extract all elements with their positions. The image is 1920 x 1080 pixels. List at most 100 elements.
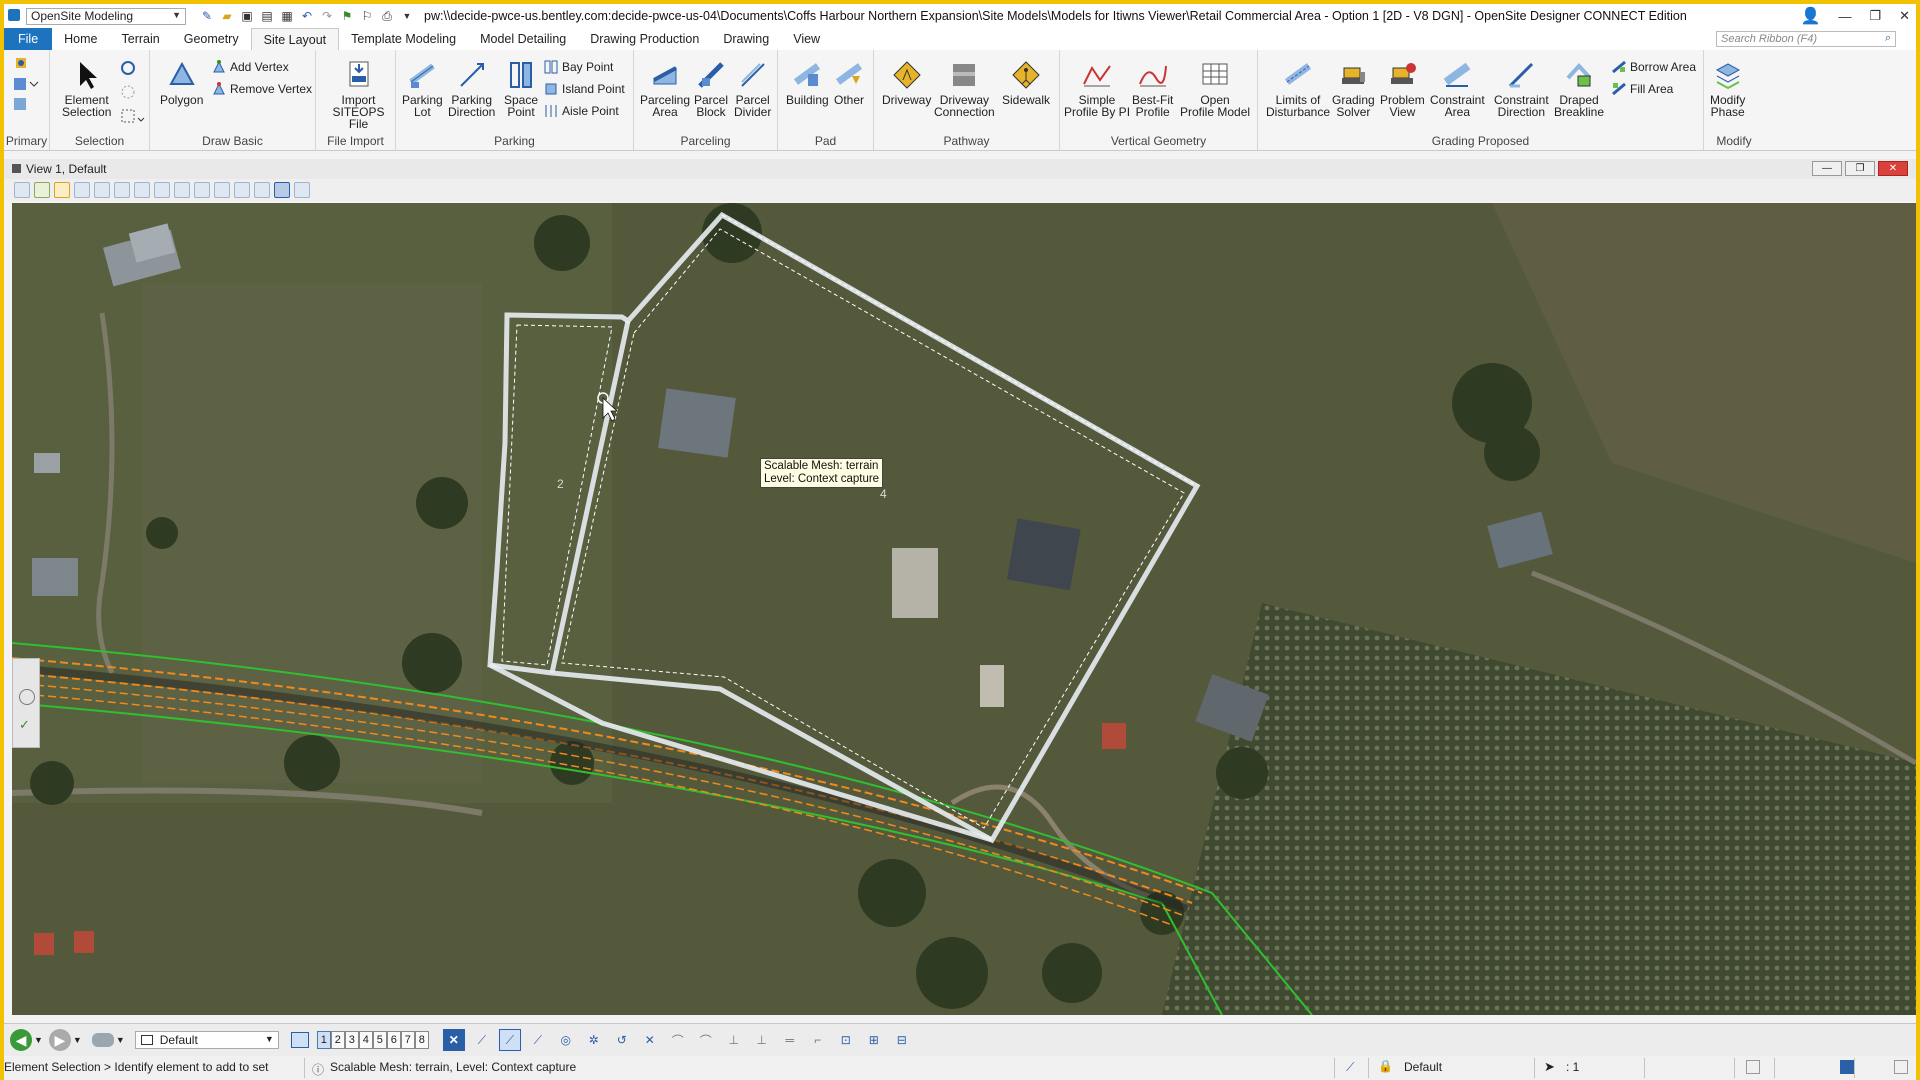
- view-button-2[interactable]: 2: [330, 1031, 345, 1049]
- workspace-select[interactable]: OpenSite Modeling ▼: [26, 7, 186, 25]
- view-button-4[interactable]: 4: [358, 1031, 373, 1049]
- user-status-icon[interactable]: [1840, 1060, 1854, 1074]
- pan-view-icon[interactable]: [194, 182, 210, 198]
- close-icon[interactable]: ✕: [1899, 8, 1910, 24]
- accudraw-icon[interactable]: [19, 689, 35, 705]
- tangent-snap-icon[interactable]: ↺: [611, 1029, 633, 1051]
- view-viewport[interactable]: 2 4 ✓: [12, 203, 1916, 1015]
- copy-view-icon[interactable]: [254, 182, 270, 198]
- forward-icon[interactable]: ▶: [48, 1029, 71, 1051]
- selection-icon[interactable]: ⚐: [360, 9, 374, 23]
- perpendicular-snap-icon[interactable]: ⊥: [723, 1029, 745, 1051]
- view-button-5[interactable]: 5: [372, 1031, 387, 1049]
- tab-terrain[interactable]: Terrain: [110, 28, 172, 50]
- center-snap-icon[interactable]: ◎: [555, 1029, 577, 1051]
- zoom-extents-icon[interactable]: ⊟: [891, 1029, 913, 1051]
- view-next-icon[interactable]: [234, 182, 250, 198]
- driveway-button[interactable]: Driveway: [882, 60, 931, 106]
- aisle-point-button[interactable]: Aisle Point: [544, 104, 619, 118]
- view-button-6[interactable]: 6: [386, 1031, 401, 1049]
- toggle-3d-icon[interactable]: [294, 182, 310, 198]
- nearest-snap-icon[interactable]: ⟋: [498, 1029, 521, 1051]
- view-button-8[interactable]: 8: [414, 1031, 429, 1049]
- bestfit-profile-button[interactable]: Best-Fit Profile: [1132, 60, 1173, 118]
- zoom-in-icon[interactable]: [94, 182, 110, 198]
- other-pad-button[interactable]: Other: [834, 60, 864, 106]
- open-folder-icon[interactable]: ▰: [220, 9, 234, 23]
- check-icon[interactable]: ✓: [19, 717, 33, 733]
- tab-home[interactable]: Home: [52, 28, 109, 50]
- building-button[interactable]: Building: [786, 60, 829, 106]
- view-previous-icon[interactable]: [214, 182, 230, 198]
- tab-template-modeling[interactable]: Template Modeling: [339, 28, 468, 50]
- view-minimize-icon[interactable]: —: [1812, 161, 1842, 176]
- view-button-1[interactable]: 1: [316, 1031, 331, 1049]
- user-icon[interactable]: 👤: [1801, 6, 1821, 26]
- arc-snap-2-icon[interactable]: ⌒: [695, 1029, 717, 1051]
- polygon-button[interactable]: Polygon: [160, 60, 203, 106]
- constraint-area-button[interactable]: Constraint Area: [1430, 60, 1485, 118]
- compress-icon[interactable]: ▦: [280, 9, 294, 23]
- simple-profile-button[interactable]: Simple Profile By PI: [1064, 60, 1130, 118]
- view-button-7[interactable]: 7: [400, 1031, 415, 1049]
- view-attributes-icon[interactable]: [14, 182, 30, 198]
- add-vertex-button[interactable]: Add Vertex: [212, 60, 289, 74]
- tab-geometry[interactable]: Geometry: [172, 28, 251, 50]
- views-icon[interactable]: [290, 1032, 309, 1048]
- fit-all-icon[interactable]: ⊡: [835, 1029, 857, 1051]
- constraint-direction-button[interactable]: Constraint Direction: [1494, 60, 1549, 118]
- tab-view[interactable]: View: [781, 28, 832, 50]
- perpendicular-snap-2-icon[interactable]: ⊥: [751, 1029, 773, 1051]
- snap-off-icon[interactable]: ✕: [442, 1029, 465, 1051]
- undo-icon[interactable]: ↶: [300, 9, 314, 23]
- limits-disturbance-button[interactable]: Limits of Disturbance: [1266, 60, 1330, 118]
- bay-point-button[interactable]: Bay Point: [544, 60, 613, 74]
- display-style-icon[interactable]: [34, 182, 50, 198]
- aerial-map[interactable]: 2 4: [12, 203, 1916, 1015]
- snap-mode-icon[interactable]: ⟋: [1346, 1060, 1354, 1075]
- update-view-icon[interactable]: [74, 182, 90, 198]
- back-icon[interactable]: ◀: [10, 1029, 32, 1051]
- zoom-window-icon[interactable]: ⊞: [863, 1029, 885, 1051]
- borrow-area-button[interactable]: Borrow Area: [1612, 60, 1696, 74]
- parking-direction-button[interactable]: Parking Direction: [448, 60, 495, 118]
- open-profile-model-button[interactable]: Open Profile Model: [1180, 60, 1250, 118]
- space-point-button[interactable]: Space Point: [504, 60, 538, 118]
- forward-dropdown-icon[interactable]: ▼: [73, 1035, 82, 1045]
- midpoint-snap-icon[interactable]: ⟋: [527, 1029, 549, 1051]
- lighting-icon[interactable]: [54, 182, 70, 198]
- view-restore-icon[interactable]: ❐: [1845, 161, 1875, 176]
- problem-view-button[interactable]: Problem View: [1380, 60, 1425, 118]
- driveway-connection-button[interactable]: Driveway Connection: [934, 60, 995, 118]
- tab-file[interactable]: File: [4, 28, 53, 50]
- notification-icon[interactable]: [1894, 1060, 1908, 1074]
- restore-icon[interactable]: ❐: [1869, 8, 1881, 24]
- fit-view-icon[interactable]: [154, 182, 170, 198]
- tab-site-layout[interactable]: Site Layout: [250, 28, 340, 50]
- new-file-icon[interactable]: ✎: [200, 9, 214, 23]
- primary-tools-icon[interactable]: [8, 54, 48, 114]
- active-level-select[interactable]: Default ▼: [134, 1031, 279, 1049]
- view-button-3[interactable]: 3: [344, 1031, 359, 1049]
- window-area-icon[interactable]: [134, 182, 150, 198]
- element-selection-button[interactable]: Element Selection: [62, 60, 111, 118]
- element-attributes-icon[interactable]: [91, 1033, 114, 1047]
- island-point-button[interactable]: Island Point: [544, 82, 625, 96]
- tab-drawing-production[interactable]: Drawing Production: [578, 28, 711, 50]
- minimize-icon[interactable]: —: [1838, 9, 1851, 24]
- parallel-snap-icon[interactable]: ═: [779, 1029, 801, 1051]
- intersection-snap-icon[interactable]: ✕: [639, 1029, 661, 1051]
- tab-model-detailing[interactable]: Model Detailing: [468, 28, 578, 50]
- remove-vertex-button[interactable]: Remove Vertex: [212, 82, 312, 96]
- selection-modes-icon[interactable]: [116, 58, 146, 128]
- parcel-block-button[interactable]: Parcel Block: [694, 60, 728, 118]
- print-icon[interactable]: ⎙: [380, 9, 394, 23]
- status-active-level[interactable]: Default: [1404, 1060, 1442, 1074]
- parceling-area-button[interactable]: Parceling Area: [640, 60, 690, 118]
- ribbon-search-input[interactable]: Search Ribbon (F4) ⌕: [1716, 31, 1896, 47]
- design-file-icon[interactable]: [1746, 1060, 1760, 1074]
- back-dropdown-icon[interactable]: ▼: [34, 1035, 43, 1045]
- draped-breakline-button[interactable]: Draped Breakline: [1554, 60, 1604, 118]
- import-siteops-button[interactable]: Import SITEOPS File: [322, 60, 395, 130]
- rotate-view-icon[interactable]: [174, 182, 190, 198]
